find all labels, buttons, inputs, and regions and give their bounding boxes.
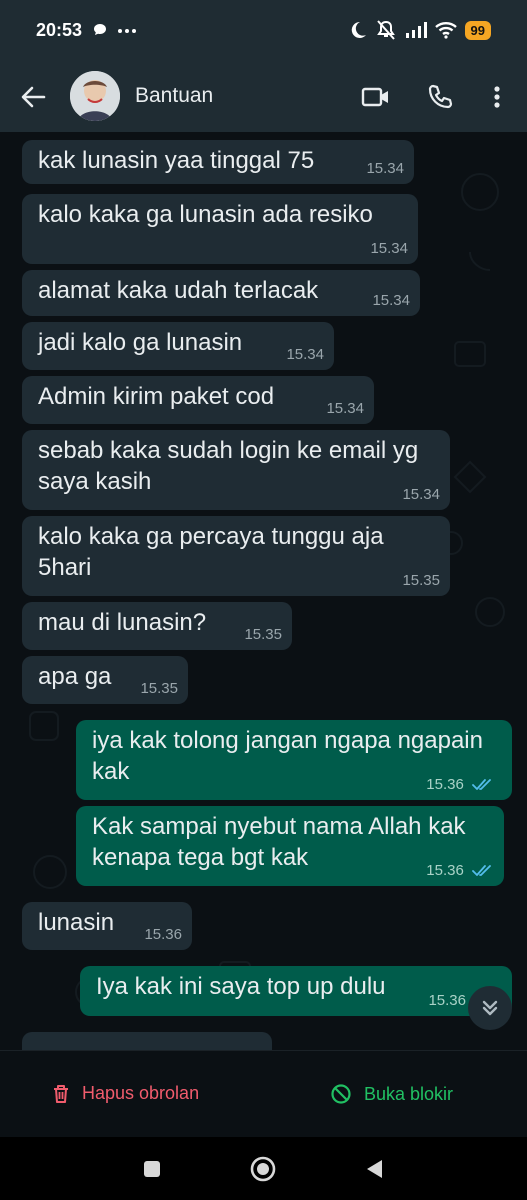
message-time: 15.35 [402,572,440,589]
message-meta: 15.36 [426,776,494,794]
status-time: 20:53 [36,20,83,40]
back-nav-button[interactable] [360,1155,388,1183]
system-navigation-bar [0,1137,527,1200]
message-meta: 15.36 [426,862,494,880]
chat-notification-icon [94,24,106,35]
contact-avatar[interactable] [70,71,120,121]
message-text: kalo kaka ga percaya tunggu aja 5hari [38,523,384,581]
message-text: Kak sampai nyebut nama Allah kak kenapa … [92,813,466,871]
message-time: 15.34 [402,486,440,503]
message-time: 15.35 [140,680,178,697]
message-incoming[interactable]: alamat kaka udah terlacak 15.34 [22,270,420,316]
double-chevron-down-icon [482,1000,498,1016]
block-icon [331,1084,351,1104]
wifi-icon [434,22,457,39]
chat-area[interactable]: kak lunasin yaa tinggal 75 15.34 kalo ka… [0,132,527,1050]
message-time: 15.34 [370,240,408,257]
message-text: sebab kaka sudah login ke email yg saya … [38,437,419,495]
read-ticks-icon [472,865,491,876]
more-options-button[interactable] [482,82,512,112]
unblock-button[interactable]: Buka blokir [330,1083,453,1105]
message-text: kalo kaka ga lunasin ada resiko [38,201,373,228]
message-text: Admin kirim paket cod [38,383,275,410]
message-text: lunasin [38,909,115,936]
message-time: 15.36 [144,926,182,943]
voice-call-button[interactable] [425,82,455,112]
scroll-to-bottom-button[interactable] [468,986,512,1030]
message-incoming[interactable]: apa ga 15.35 [22,656,188,704]
message-outgoing[interactable]: Iya kak ini saya top up dulu 15.36 [80,966,512,1016]
message-time: 15.34 [326,400,364,417]
battery-level: 99 [464,20,491,40]
moon-icon [351,21,366,38]
status-bar: 20:53 99 [0,0,527,62]
message-incoming-partial[interactable] [22,1032,272,1050]
more-notifications-icon [118,29,136,33]
message-time: 15.34 [366,160,404,177]
square-icon [144,1161,160,1177]
triangle-back-icon [367,1160,382,1178]
message-incoming[interactable]: kak lunasin yaa tinggal 75 15.34 [22,140,414,184]
home-circle-icon [250,1156,276,1182]
message-outgoing[interactable]: Kak sampai nyebut nama Allah kak kenapa … [76,806,504,886]
status-left-icons [92,22,138,38]
status-right-icons: 99 [349,20,491,40]
message-text: apa ga [38,663,112,690]
message-time: 15.34 [372,292,410,309]
message-time: 15.36 [426,776,464,793]
back-arrow-icon [21,86,46,108]
message-time: 15.36 [426,862,464,879]
home-button[interactable] [249,1155,277,1183]
delete-chat-label: Hapus obrolan [82,1083,200,1103]
message-incoming[interactable]: kalo kaka ga lunasin ada resiko 15.34 [22,194,418,264]
message-incoming[interactable]: mau di lunasin? 15.35 [22,602,292,650]
message-text: jadi kalo ga lunasin [38,329,243,356]
contact-name[interactable]: Bantuan [135,84,213,108]
message-incoming[interactable]: kalo kaka ga percaya tunggu aja 5hari 15… [22,516,450,596]
chat-header: Bantuan [0,62,527,132]
back-button[interactable] [18,82,48,112]
message-outgoing[interactable]: iya kak tolong jangan ngapa ngapain kak … [76,720,512,800]
avatar-image [70,71,120,121]
delete-chat-button[interactable]: Hapus obrolan [52,1083,199,1104]
message-incoming[interactable]: sebab kaka sudah login ke email yg saya … [22,430,450,510]
message-incoming[interactable]: jadi kalo ga lunasin 15.34 [22,322,334,370]
unblock-label: Buka blokir [364,1083,454,1104]
read-ticks-icon [472,779,491,790]
video-camera-icon [361,87,388,107]
message-incoming[interactable]: Admin kirim paket cod 15.34 [22,376,374,424]
message-text: Iya kak ini saya top up dulu [96,973,386,1000]
message-text: iya kak tolong jangan ngapa ngapain kak [92,727,483,785]
signal-icon [405,22,427,38]
recents-button[interactable] [138,1155,166,1183]
message-incoming[interactable]: lunasin 15.36 [22,902,192,950]
message-text: kak lunasin yaa tinggal 75 [38,147,315,174]
message-time: 15.36 [428,992,466,1009]
mute-bell-icon [376,20,395,40]
message-text: alamat kaka udah terlacak [38,277,319,304]
message-time: 15.35 [244,626,282,643]
trash-icon [54,1084,68,1103]
message-text: mau di lunasin? [38,609,207,636]
blocked-contact-action-bar: Hapus obrolan Buka blokir [0,1050,527,1137]
phone-icon [428,84,453,109]
message-time: 15.34 [286,346,324,363]
video-call-button[interactable] [361,82,391,112]
kebab-menu-icon [494,86,500,108]
